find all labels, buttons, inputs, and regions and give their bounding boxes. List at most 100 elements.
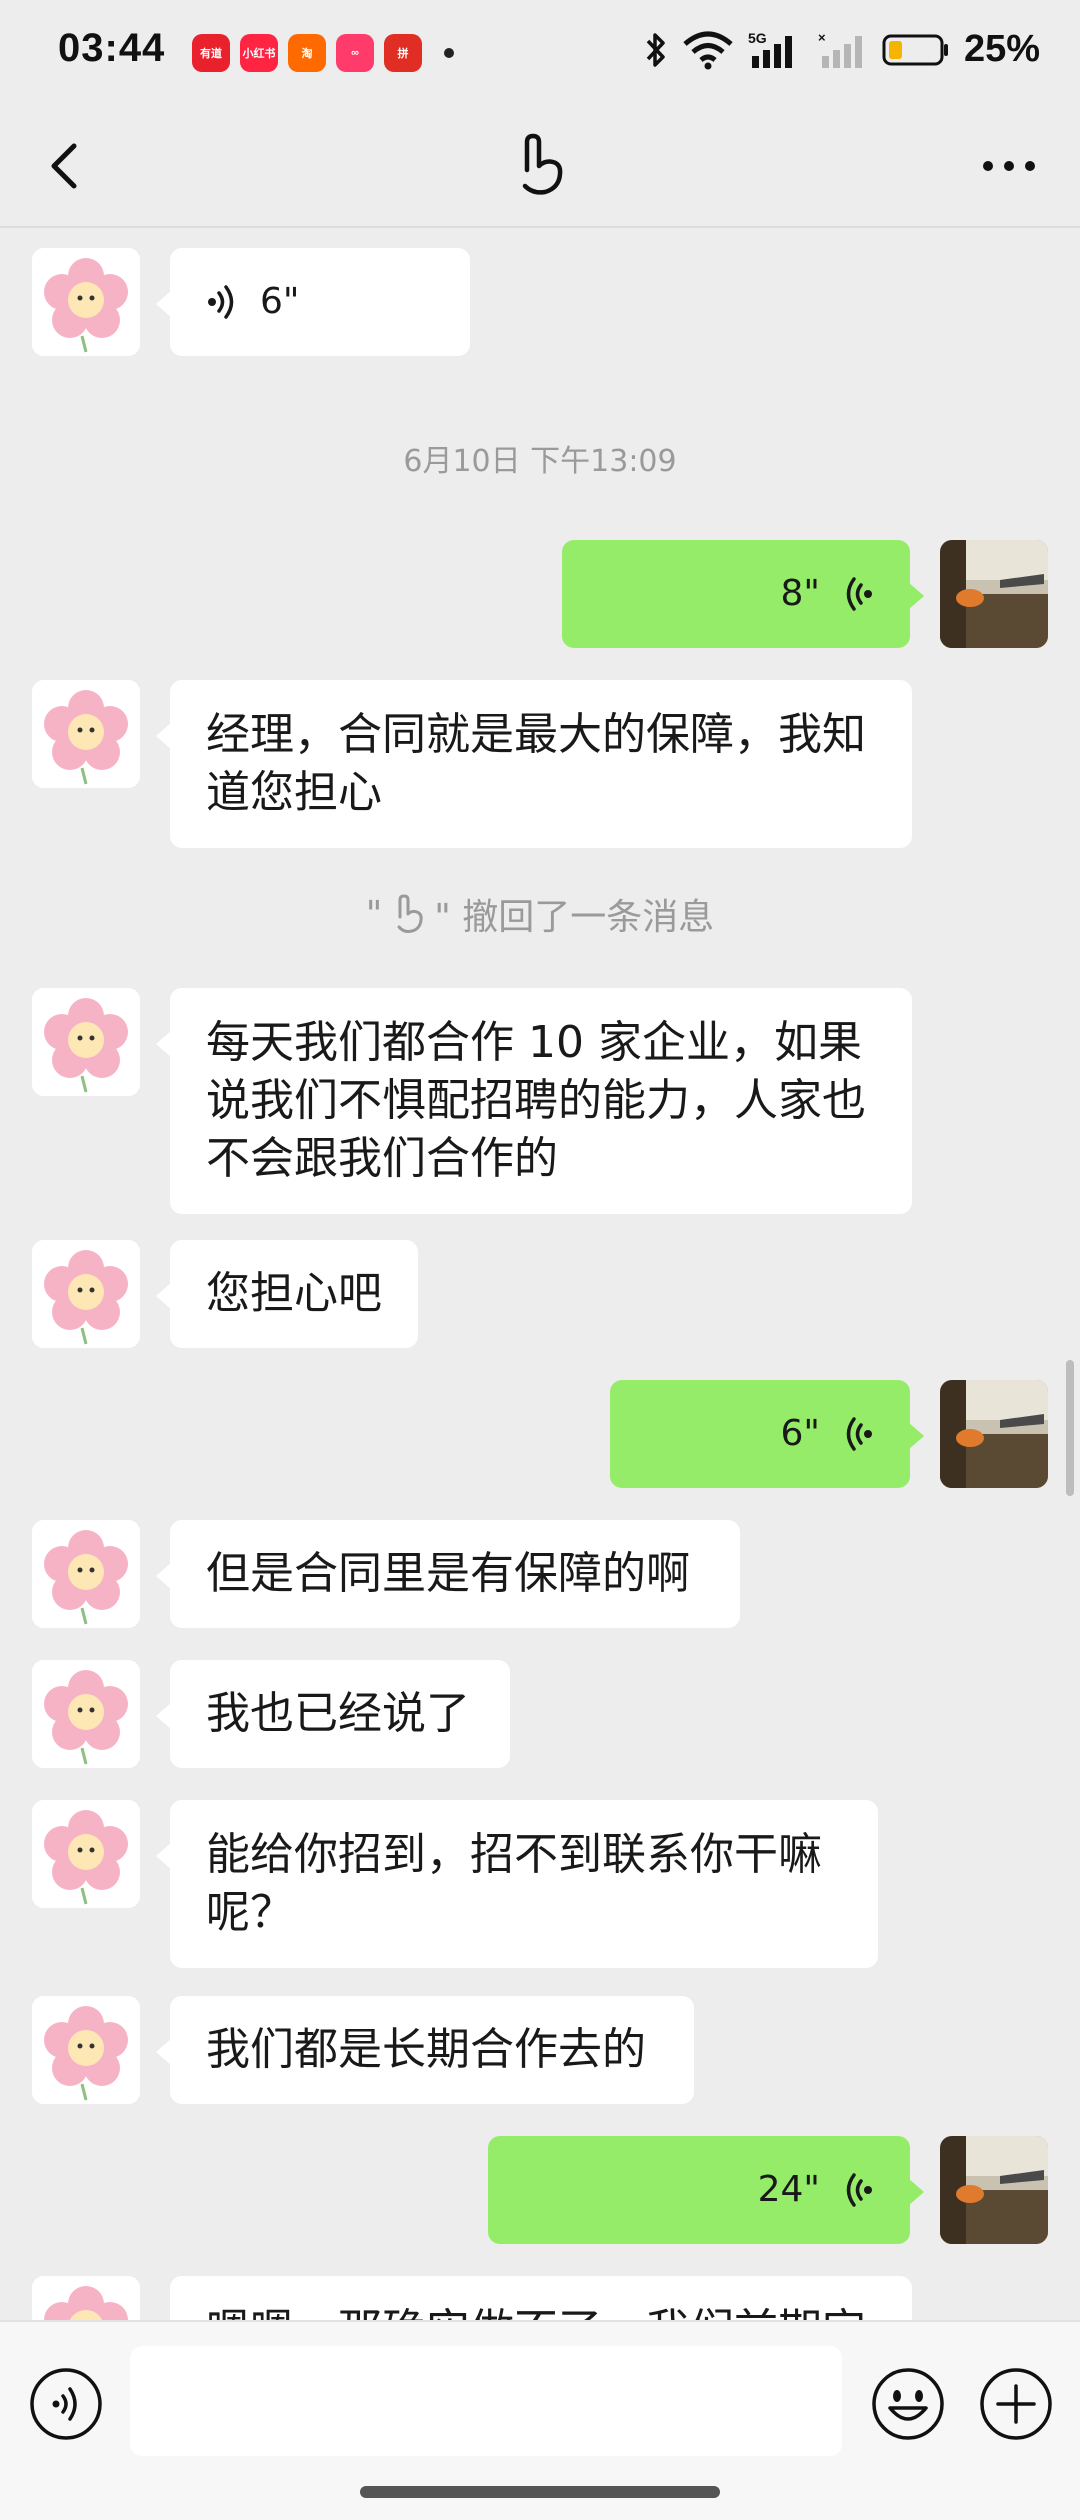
message-row: 6" [0,248,1080,356]
text-message[interactable]: 每天我们都合作 10 家企业，如果 说我们不惧配招聘的能力，人家也 不会跟我们合… [156,988,912,1214]
voice-message[interactable]: 8" [562,540,924,648]
text-message[interactable]: 我也已经说了 [156,1660,510,1768]
message-line: 道您担心 [206,767,382,818]
message-row: 您担心吧 [0,1240,1080,1348]
flower-avatar-icon [32,680,140,788]
svg-text:×: × [818,30,826,45]
contact-avatar[interactable] [32,1996,140,2104]
signal-5g-icon: 5G [748,30,792,68]
message-line: 经理，合同就是最大的保障，我知 [206,709,866,760]
flower-avatar-icon [32,1520,140,1628]
voice-mode-icon[interactable] [28,2366,104,2442]
chevron-left-icon[interactable] [36,134,96,198]
loop-app-icon: ∞ [336,34,374,72]
flower-avatar-icon [32,1240,140,1348]
message-row: 能给你招到，招不到联系你干嘛 呢？ [0,1800,1080,1968]
voice-duration: 6" [780,1413,820,1454]
voice-duration: 24" [757,2169,820,2210]
message-line: 您担心吧 [206,1268,382,1319]
message-line: 我们都是长期合作去的 [206,2024,646,2075]
scrollbar-thumb[interactable] [1066,1360,1074,1496]
message-row: 经理，合同就是最大的保障，我知 道您担心 [0,680,1080,848]
voice-play-icon [846,1417,872,1451]
voice-message[interactable]: 24" [488,2136,924,2244]
contact-avatar[interactable] [32,2276,140,2320]
text-message[interactable]: 我们都是长期合作去的 [156,1996,694,2104]
voice-message[interactable]: 6" [156,248,470,356]
wifi-icon [683,31,733,69]
message-line: 每天我们都合作 10 家企业，如果 [206,1017,862,1068]
chat-messages[interactable]: 6" 6月10日 下午13:09 8" 经理，合同就是最大的保障，我知 道您担心… [0,228,1080,2320]
plus-icon[interactable] [978,2366,1054,2442]
my-avatar[interactable] [940,540,1048,648]
message-row: 但是合同里是有保障的啊 [0,1520,1080,1628]
message-line: 不会跟我们合作的 [206,1133,558,1184]
contact-avatar[interactable] [32,680,140,788]
message-row: 我也已经说了 [0,1660,1080,1768]
network-type-label: 5G [748,30,767,46]
hand-icon [522,133,563,195]
chat-header [0,104,1080,228]
message-line: 说我们不惧配招聘的能力，人家也 [206,1075,866,1126]
flower-avatar-icon [32,1996,140,2104]
text-message[interactable]: 能给你招到，招不到联系你干嘛 呢？ [156,1800,878,1968]
voice-play-icon [846,2173,872,2207]
voice-duration: 6" [260,281,300,322]
message-row: 8" [0,540,1080,648]
voice-play-icon [208,285,234,319]
message-row: 6" [0,1380,1080,1488]
hand-icon [397,894,423,933]
home-indicator[interactable] [360,2486,720,2498]
message-row: 我们都是长期合作去的 [0,1996,1080,2104]
emoji-icon[interactable] [870,2366,946,2442]
my-avatar[interactable] [940,2136,1048,2244]
message-row: 嗯嗯，那确实做不了，我们前期定 [0,2276,1080,2320]
text-message[interactable]: 嗯嗯，那确实做不了，我们前期定 [156,2276,912,2320]
text-message[interactable]: 经理，合同就是最大的保障，我知 道您担心 [156,680,912,848]
status-time: 03:44 [58,26,166,70]
contact-avatar[interactable] [32,1520,140,1628]
signal-sim2-icon: × [818,30,862,68]
flower-avatar-icon [32,2276,140,2320]
battery-icon [882,34,948,65]
more-notifications-dot-icon [444,48,454,58]
contact-avatar[interactable] [32,1240,140,1348]
pinduoduo-app-icon: 拼 [384,34,422,72]
contact-avatar[interactable] [32,248,140,356]
youdao-app-icon: 有道 [192,34,230,72]
flower-avatar-icon [32,1660,140,1768]
contact-avatar[interactable] [32,1660,140,1768]
contact-avatar[interactable] [32,988,140,1096]
message-line: 但是合同里是有保障的啊 [206,1548,690,1599]
message-input[interactable] [130,2346,842,2456]
flower-avatar-icon [32,248,140,356]
status-indicators: 5G × 25% [644,28,1040,71]
recall-notice: " " 撤回了一条消息 [0,888,1080,940]
landscape-avatar-icon [940,1380,1048,1488]
landscape-avatar-icon [940,2136,1048,2244]
battery-percent: 25% [963,28,1040,70]
message-line: 能给你招到，招不到联系你干嘛 [206,1829,822,1880]
message-line: 我也已经说了 [206,1688,470,1739]
contact-avatar[interactable] [32,1800,140,1908]
message-line: 呢？ [206,1887,294,1938]
message-row: 每天我们都合作 10 家企业，如果 说我们不惧配招聘的能力，人家也 不会跟我们合… [0,988,1080,1214]
voice-message[interactable]: 6" [610,1380,924,1488]
flower-avatar-icon [32,1800,140,1908]
message-line: 嗯嗯，那确实做不了，我们前期定 [206,2302,876,2320]
message-row: 24" [0,2136,1080,2244]
recall-text: " 撤回了一条消息 [434,897,715,938]
voice-play-icon [846,577,872,611]
more-dots-icon[interactable] [974,136,1044,196]
text-message[interactable]: 但是合同里是有保障的啊 [156,1520,740,1628]
taobao-app-icon: 淘 [288,34,326,72]
flower-avatar-icon [32,988,140,1096]
message-timestamp: 6月10日 下午13:09 [403,444,677,479]
bluetooth-icon [646,32,665,67]
xiaohongshu-app-icon: 小红书 [240,34,278,72]
status-bar: 03:44 有道 小红书 淘 ∞ 拼 5G × 25% [0,0,1080,104]
text-message[interactable]: 您担心吧 [156,1240,418,1348]
landscape-avatar-icon [940,540,1048,648]
my-avatar[interactable] [940,1380,1048,1488]
notification-app-icons: 有道 小红书 淘 ∞ 拼 [192,34,422,72]
